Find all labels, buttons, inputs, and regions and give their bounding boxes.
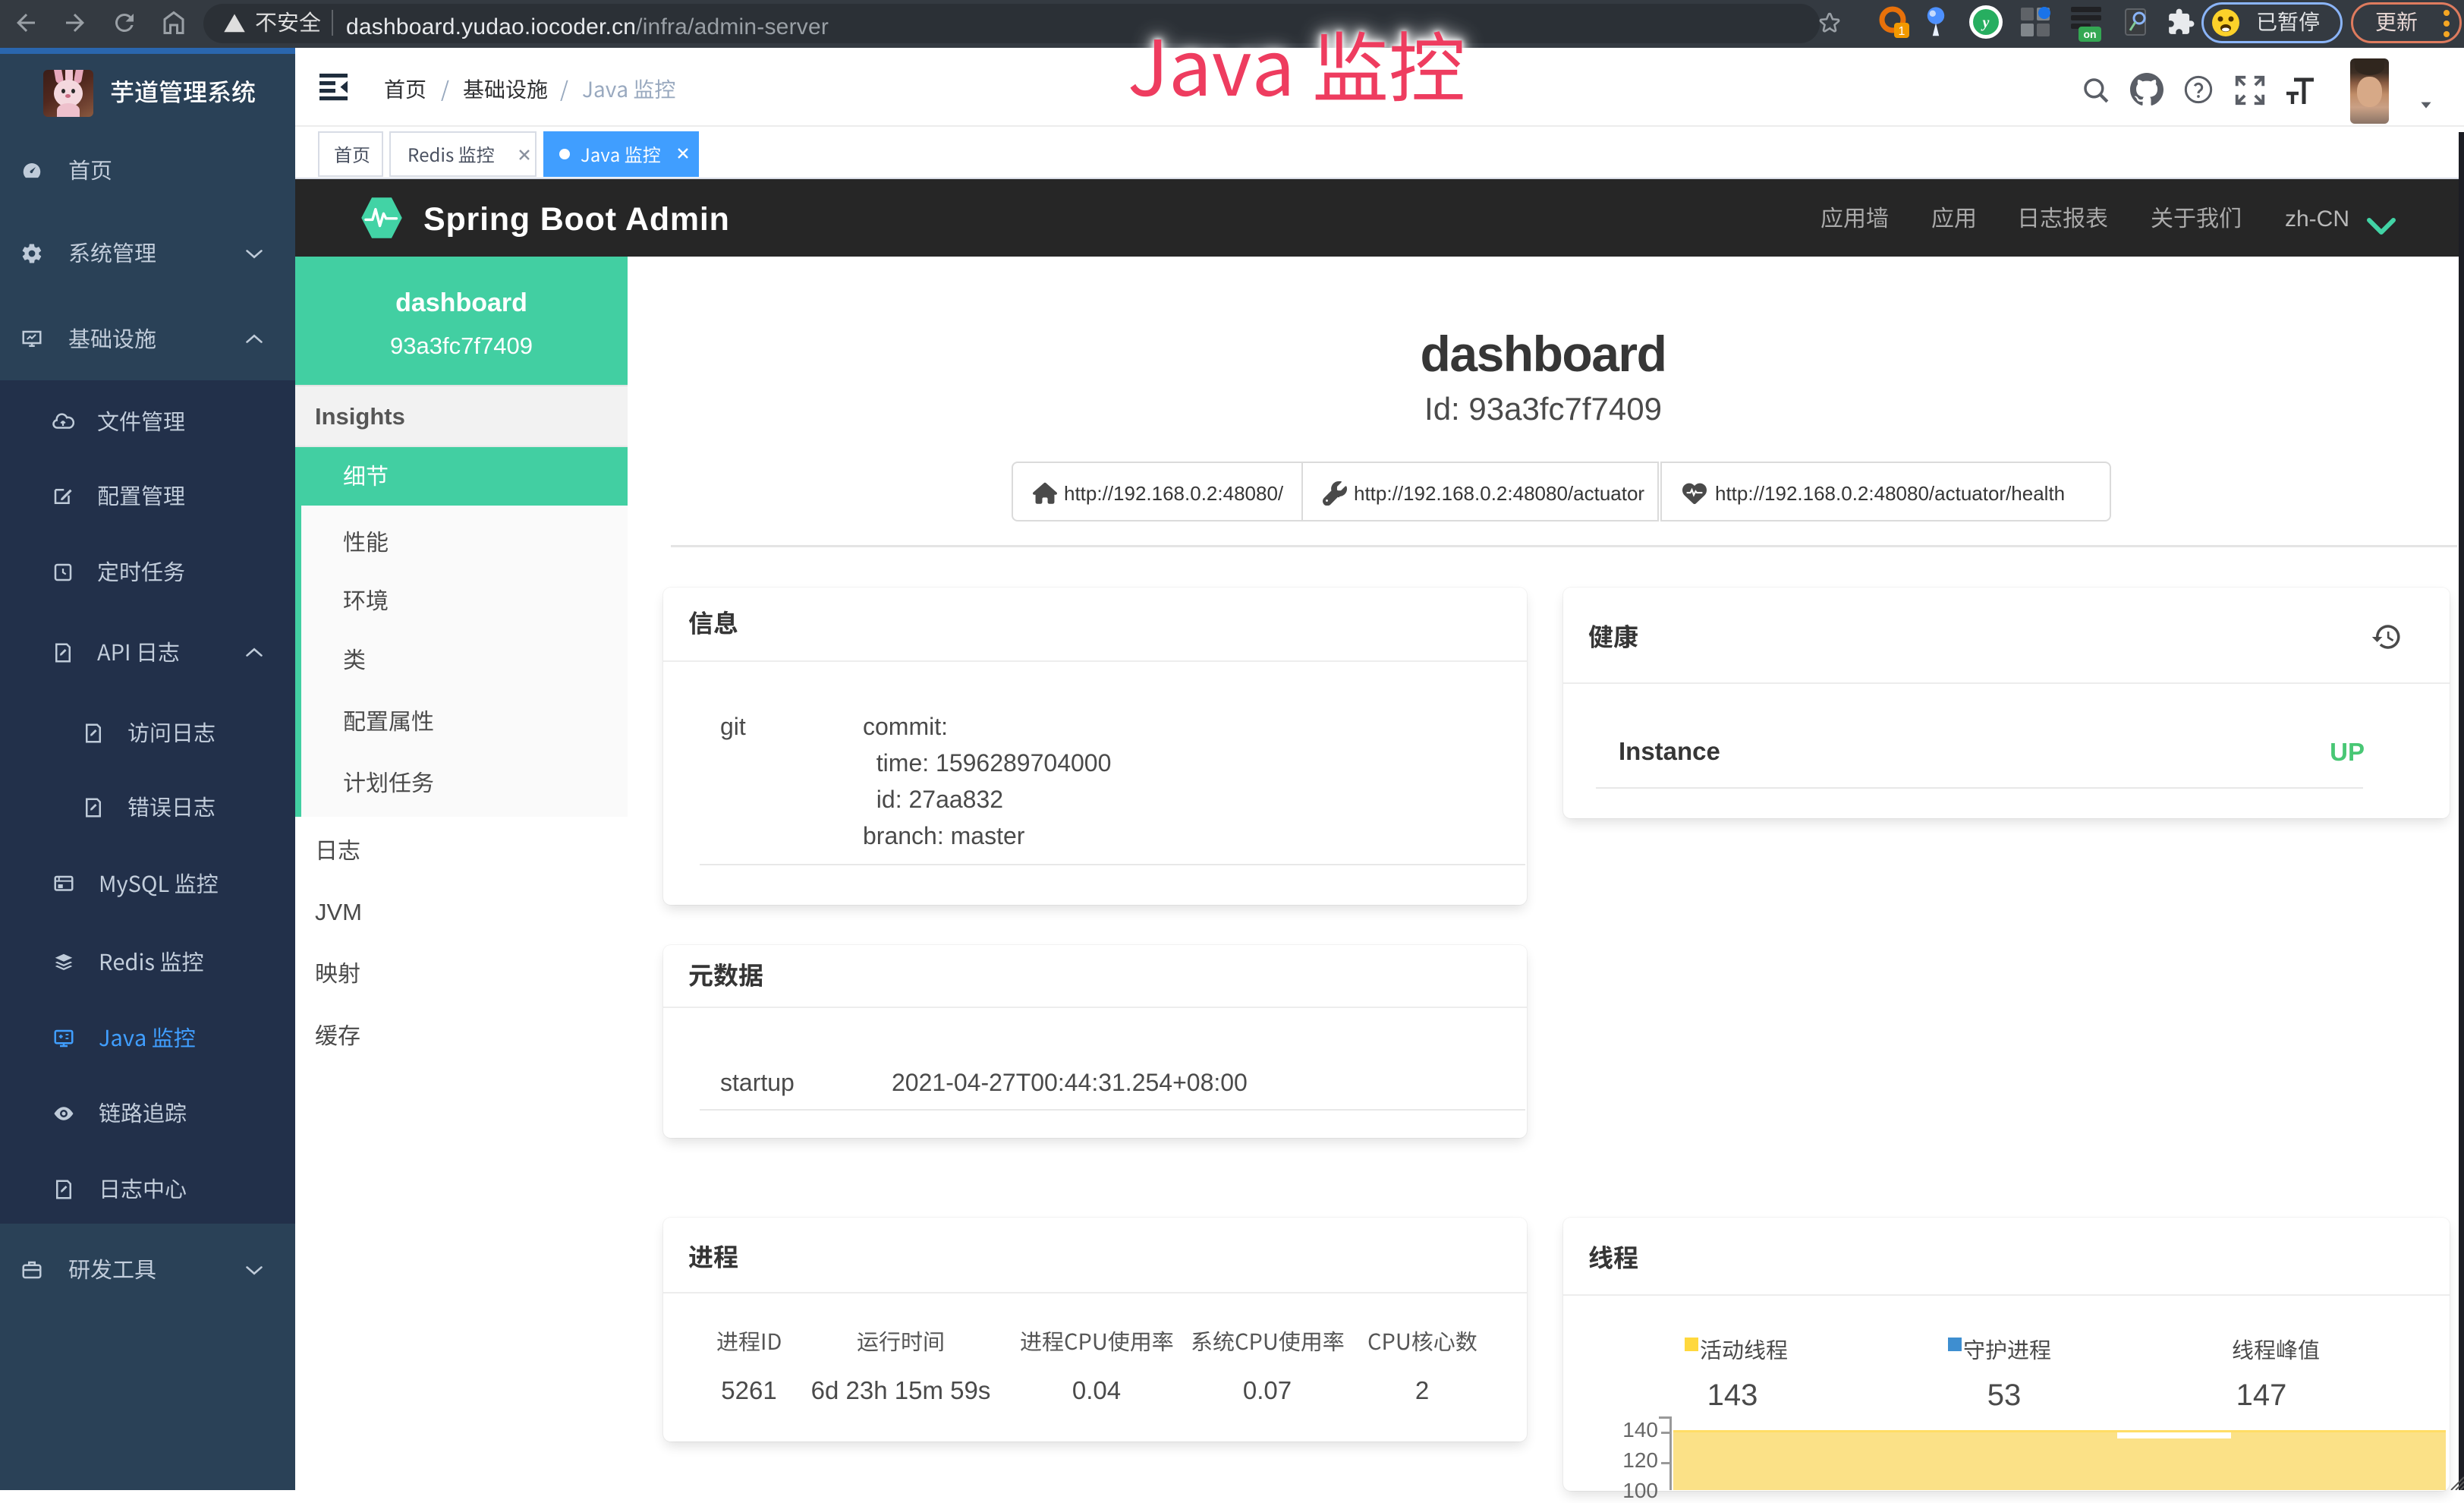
svg-text:on: on — [2083, 28, 2096, 40]
svg-text:1: 1 — [1899, 25, 1905, 38]
svg-text:y: y — [1981, 14, 1990, 31]
